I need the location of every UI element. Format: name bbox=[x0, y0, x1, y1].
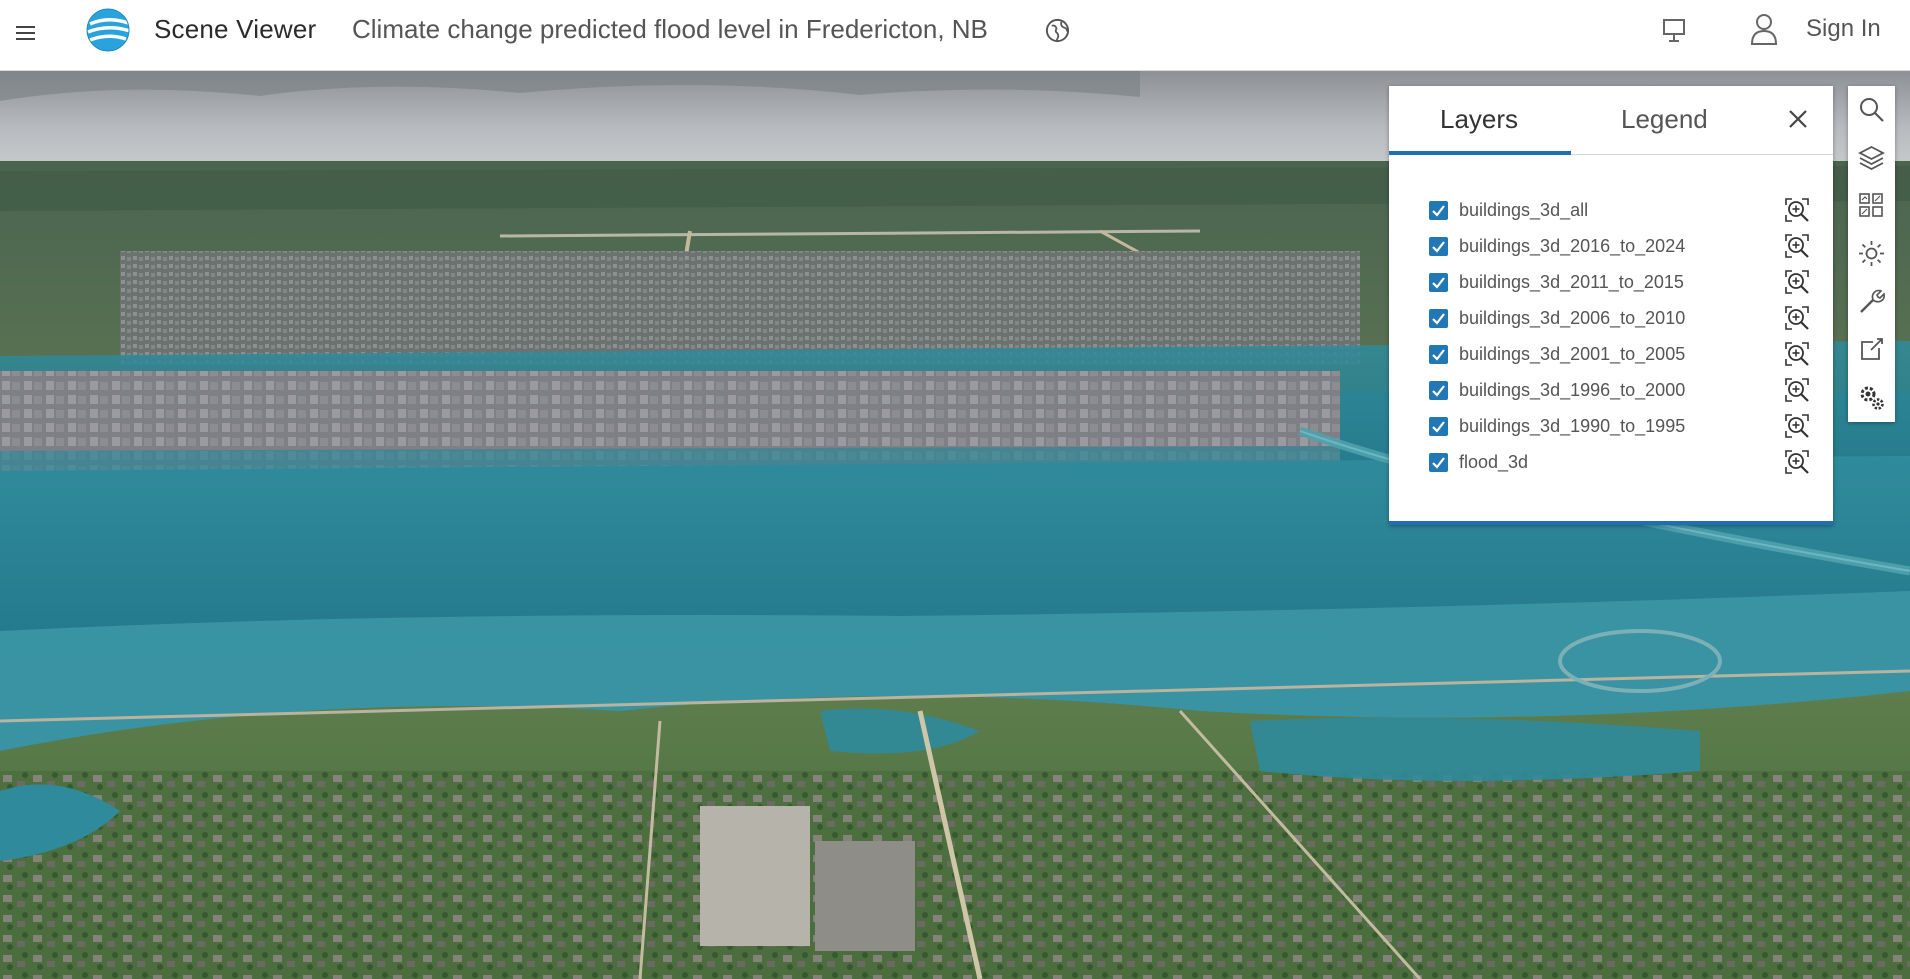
checkmark-icon bbox=[1432, 205, 1445, 217]
zoom-to-layer-icon[interactable] bbox=[1783, 448, 1811, 476]
layer-row: buildings_3d_2011_to_2015 bbox=[1389, 270, 1833, 308]
layer-row: buildings_3d_2001_to_2005 bbox=[1389, 342, 1833, 380]
zoom-to-layer-icon[interactable] bbox=[1783, 304, 1811, 332]
zoom-to-layer-icon[interactable] bbox=[1783, 232, 1811, 260]
layer-visibility-checkbox[interactable] bbox=[1429, 345, 1448, 364]
layer-visibility-checkbox[interactable] bbox=[1429, 309, 1448, 328]
layer-row: buildings_3d_1996_to_2000 bbox=[1389, 378, 1833, 416]
layer-list: buildings_3d_all buildings_3d_2016_to_20… bbox=[1389, 198, 1833, 488]
active-tab-indicator bbox=[1389, 151, 1571, 155]
layer-list-panel: Layers Legend buildings_3d_all buildings… bbox=[1389, 86, 1833, 525]
layers-icon[interactable] bbox=[1857, 143, 1886, 172]
layer-row: buildings_3d_1990_to_1995 bbox=[1389, 414, 1833, 452]
checkmark-icon bbox=[1432, 349, 1445, 361]
checkmark-icon bbox=[1432, 313, 1445, 325]
layer-visibility-checkbox[interactable] bbox=[1429, 417, 1448, 436]
scene-title: Climate change predicted flood level in … bbox=[352, 14, 988, 44]
checkmark-icon bbox=[1432, 241, 1445, 253]
layer-row: buildings_3d_all bbox=[1389, 198, 1833, 236]
layer-name[interactable]: flood_3d bbox=[1459, 452, 1528, 473]
layer-visibility-checkbox[interactable] bbox=[1429, 237, 1448, 256]
layer-row: buildings_3d_2006_to_2010 bbox=[1389, 306, 1833, 344]
checkmark-icon bbox=[1432, 385, 1445, 397]
zoom-to-layer-icon[interactable] bbox=[1783, 268, 1811, 296]
search-icon[interactable] bbox=[1857, 95, 1886, 124]
layer-visibility-checkbox[interactable] bbox=[1429, 381, 1448, 400]
zoom-to-layer-icon[interactable] bbox=[1783, 196, 1811, 224]
layer-visibility-checkbox[interactable] bbox=[1429, 453, 1448, 472]
close-icon[interactable] bbox=[1786, 107, 1810, 131]
tab-layers[interactable]: Layers bbox=[1440, 104, 1518, 135]
settings-icon[interactable] bbox=[1857, 383, 1886, 412]
presentation-icon[interactable] bbox=[1659, 15, 1689, 45]
daylight-icon[interactable] bbox=[1857, 239, 1886, 268]
app-name[interactable]: Scene Viewer bbox=[154, 14, 316, 45]
layer-name[interactable]: buildings_3d_1996_to_2000 bbox=[1459, 380, 1685, 401]
checkmark-icon bbox=[1432, 421, 1445, 433]
hamburger-menu-icon[interactable] bbox=[16, 22, 38, 48]
tool-strip bbox=[1848, 86, 1895, 422]
layer-visibility-checkbox[interactable] bbox=[1429, 273, 1448, 292]
layer-name[interactable]: buildings_3d_all bbox=[1459, 200, 1588, 221]
layer-name[interactable]: buildings_3d_2011_to_2015 bbox=[1459, 272, 1684, 293]
layer-visibility-checkbox[interactable] bbox=[1429, 201, 1448, 220]
user-icon[interactable] bbox=[1749, 12, 1779, 46]
arcgis-globe-logo[interactable] bbox=[84, 6, 132, 54]
checkmark-icon bbox=[1432, 277, 1445, 289]
layer-row: buildings_3d_2016_to_2024 bbox=[1389, 234, 1833, 272]
checkmark-icon bbox=[1432, 457, 1445, 469]
globe-info-icon[interactable] bbox=[1044, 17, 1071, 44]
tab-legend[interactable]: Legend bbox=[1621, 104, 1708, 135]
layer-name[interactable]: buildings_3d_2006_to_2010 bbox=[1459, 308, 1685, 329]
zoom-to-layer-icon[interactable] bbox=[1783, 376, 1811, 404]
zoom-to-layer-icon[interactable] bbox=[1783, 340, 1811, 368]
measure-tools-icon[interactable] bbox=[1857, 287, 1886, 316]
layer-row: flood_3d bbox=[1389, 450, 1833, 488]
zoom-to-layer-icon[interactable] bbox=[1783, 412, 1811, 440]
layer-name[interactable]: buildings_3d_2016_to_2024 bbox=[1459, 236, 1685, 257]
layer-name[interactable]: buildings_3d_2001_to_2005 bbox=[1459, 344, 1685, 365]
layer-name[interactable]: buildings_3d_1990_to_1995 bbox=[1459, 416, 1685, 437]
basemap-gallery-icon[interactable] bbox=[1857, 191, 1886, 220]
share-icon[interactable] bbox=[1857, 335, 1886, 364]
panel-tabs: Layers Legend bbox=[1389, 86, 1833, 155]
sign-in-link[interactable]: Sign In bbox=[1806, 15, 1881, 43]
header-bar: Scene Viewer Climate change predicted fl… bbox=[0, 0, 1910, 71]
